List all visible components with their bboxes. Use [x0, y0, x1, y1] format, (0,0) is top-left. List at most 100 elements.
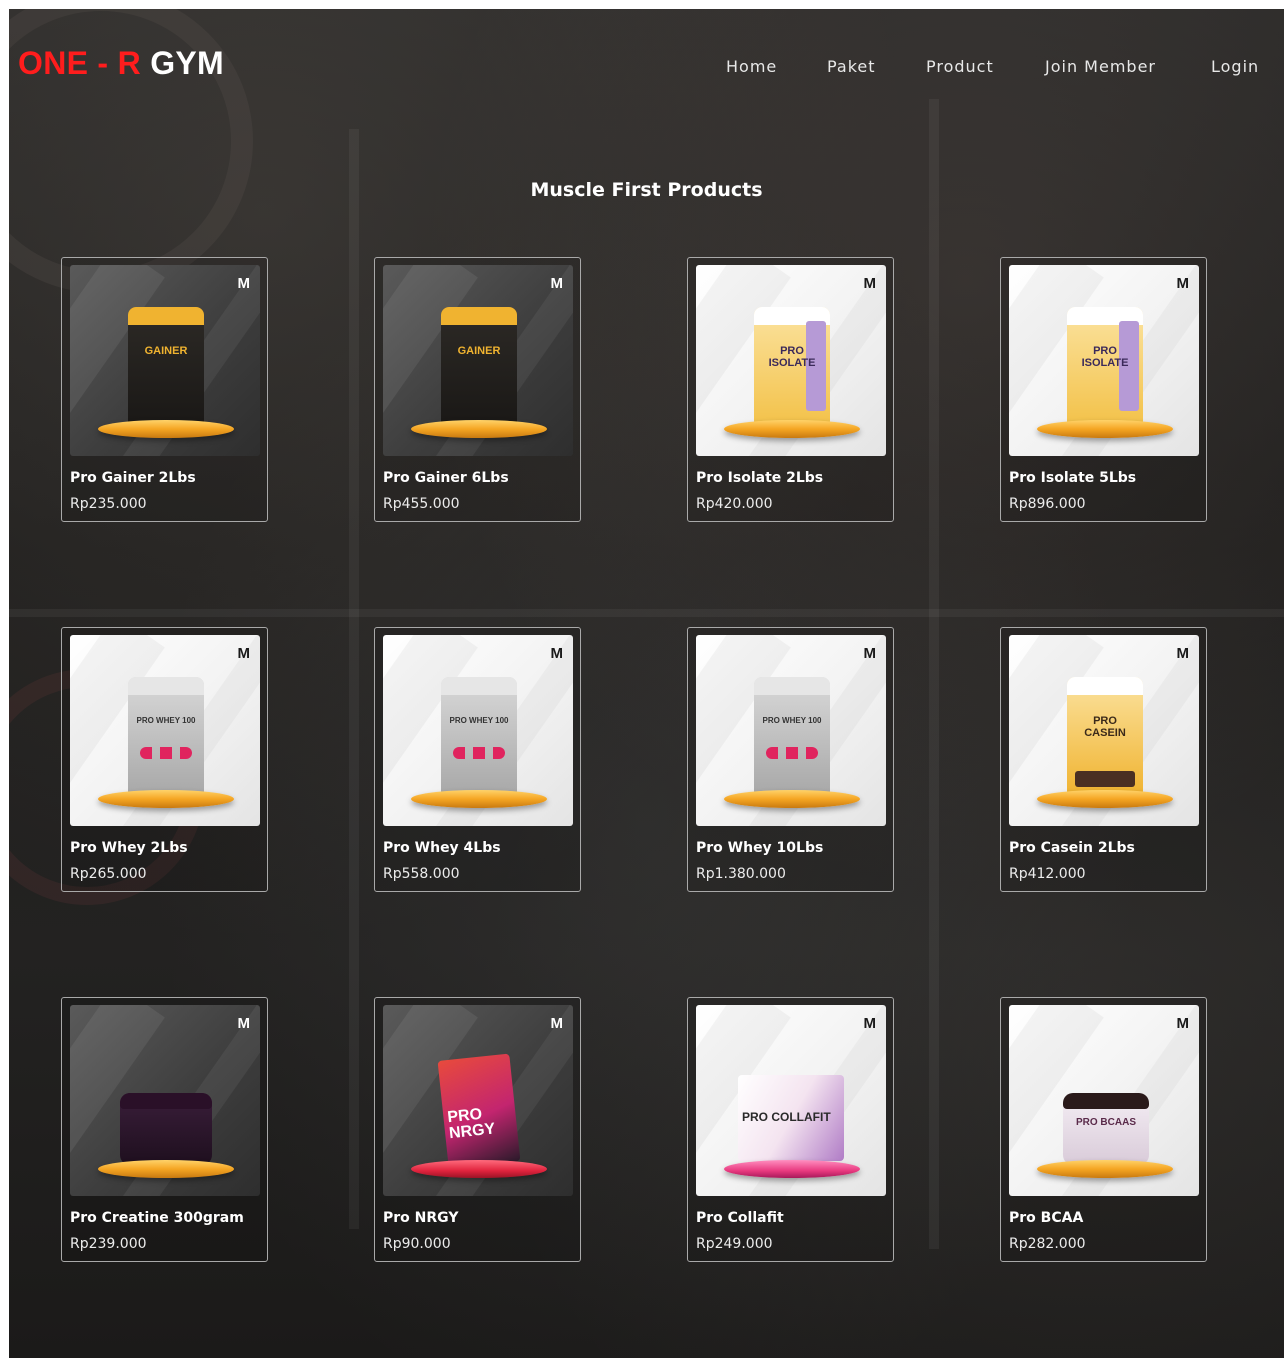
product-price: Rp265.000 — [70, 866, 147, 882]
brand-logo-icon: M — [1176, 1015, 1190, 1032]
pack-label: GAINER — [144, 345, 188, 357]
pedestal-decoration — [411, 790, 547, 808]
product-card[interactable]: M PRO ISOLATE Pro Isolate 5Lbs Rp896.000 — [1000, 257, 1207, 522]
brand-logo-icon: M — [1176, 645, 1190, 662]
brand-logo-icon: M — [550, 1015, 564, 1032]
product-card[interactable]: M PRO WHEY 100 Pro Whey 10Lbs Rp1.380.00… — [687, 627, 894, 892]
pack-label: PRO WHEY 100 — [136, 716, 196, 725]
pack-label: PRO ISOLATE — [1081, 345, 1129, 369]
main-navigation: Home Paket Product Join Member Login — [9, 57, 1284, 81]
product-name: Pro Isolate 5Lbs — [1009, 470, 1137, 486]
pack-label: PRO CASEIN — [1084, 715, 1126, 739]
pedestal-decoration — [724, 420, 860, 438]
product-card[interactable]: M PRO BCAAS Pro BCAA Rp282.000 — [1000, 997, 1207, 1262]
product-price: Rp249.000 — [696, 1236, 773, 1252]
product-pack: PRO BCAAS — [1063, 1093, 1149, 1165]
product-price: Rp239.000 — [70, 1236, 147, 1252]
product-pack: PRO ISOLATE — [754, 307, 830, 425]
product-name: Pro Creatine 300gram — [70, 1210, 244, 1226]
page-background: ONE - R GYM Home Paket Product Join Memb… — [9, 9, 1284, 1358]
background-decoration — [349, 129, 359, 1229]
product-card[interactable]: M PRO CASEIN Pro Casein 2Lbs Rp412.000 — [1000, 627, 1207, 892]
background-decoration — [9, 609, 1284, 617]
brand-logo-icon: M — [550, 275, 564, 292]
product-name: Pro BCAA — [1009, 1210, 1084, 1226]
product-image: M PRO NRGY — [383, 1005, 573, 1196]
product-price: Rp896.000 — [1009, 496, 1086, 512]
product-card[interactable]: M PRO WHEY 100 Pro Whey 4Lbs Rp558.000 — [374, 627, 581, 892]
product-name: Pro NRGY — [383, 1210, 459, 1226]
product-card[interactable]: M PRO WHEY 100 Pro Whey 2Lbs Rp265.000 — [61, 627, 268, 892]
product-pack: PRO CASEIN — [1067, 677, 1143, 795]
product-name: Pro Whey 10Lbs — [696, 840, 824, 856]
pack-label: GAINER — [457, 345, 501, 357]
pack-label: PRO NRGY — [446, 1105, 497, 1143]
product-name: Pro Gainer 6Lbs — [383, 470, 509, 486]
product-pack: PRO WHEY 100 — [128, 677, 204, 795]
product-image: M PRO WHEY 100 — [383, 635, 573, 826]
product-name: Pro Gainer 2Lbs — [70, 470, 196, 486]
product-name: Pro Casein 2Lbs — [1009, 840, 1135, 856]
product-image: M PRO WHEY 100 — [696, 635, 886, 826]
pack-label: PRO COLLAFIT — [742, 1110, 831, 1124]
pack-label: PRO BCAAS — [1075, 1117, 1136, 1128]
product-price: Rp1.380.000 — [696, 866, 786, 882]
product-card[interactable]: M PRO COLLAFIT Pro Collafit Rp249.000 — [687, 997, 894, 1262]
product-price: Rp235.000 — [70, 496, 147, 512]
product-pack: PRO WHEY 100 — [441, 677, 517, 795]
product-name: Pro Collafit — [696, 1210, 784, 1226]
product-pack: PRO WHEY 100 — [754, 677, 830, 795]
product-image: M — [70, 1005, 260, 1196]
product-price: Rp282.000 — [1009, 1236, 1086, 1252]
pedestal-decoration — [1037, 420, 1173, 438]
pedestal-decoration — [724, 1160, 860, 1178]
pedestal-decoration — [1037, 1160, 1173, 1178]
product-image: M PRO ISOLATE — [1009, 265, 1199, 456]
product-image: M PRO ISOLATE — [696, 265, 886, 456]
nav-link-product[interactable]: Product — [926, 57, 994, 76]
brand-logo-icon: M — [550, 645, 564, 662]
product-card[interactable]: M PRO ISOLATE Pro Isolate 2Lbs Rp420.000 — [687, 257, 894, 522]
product-image: M PRO BCAAS — [1009, 1005, 1199, 1196]
brand-logo-icon: M — [863, 1015, 877, 1032]
product-image: M PRO COLLAFIT — [696, 1005, 886, 1196]
pedestal-decoration — [98, 1160, 234, 1178]
product-pack: GAINER — [441, 307, 517, 425]
pedestal-decoration — [98, 790, 234, 808]
brand-logo-icon: M — [863, 645, 877, 662]
pedestal-decoration — [724, 790, 860, 808]
product-price: Rp558.000 — [383, 866, 460, 882]
product-card[interactable]: M GAINER Pro Gainer 2Lbs Rp235.000 — [61, 257, 268, 522]
product-name: Pro Isolate 2Lbs — [696, 470, 824, 486]
brand-logo-icon: M — [237, 275, 251, 292]
product-card[interactable]: M PRO NRGY Pro NRGY Rp90.000 — [374, 997, 581, 1262]
nav-link-paket[interactable]: Paket — [827, 57, 876, 76]
brand-logo-icon: M — [863, 275, 877, 292]
product-image: M PRO CASEIN — [1009, 635, 1199, 826]
pedestal-decoration — [98, 420, 234, 438]
pack-label: PRO ISOLATE — [768, 345, 816, 369]
pedestal-decoration — [411, 1160, 547, 1178]
background-decoration — [929, 99, 939, 1249]
nav-link-login[interactable]: Login — [1211, 57, 1259, 76]
page-title: Muscle First Products — [530, 179, 763, 201]
pedestal-decoration — [1037, 790, 1173, 808]
product-card[interactable]: M GAINER Pro Gainer 6Lbs Rp455.000 — [374, 257, 581, 522]
pedestal-decoration — [411, 420, 547, 438]
product-price: Rp420.000 — [696, 496, 773, 512]
product-image: M GAINER — [383, 265, 573, 456]
product-price: Rp455.000 — [383, 496, 460, 512]
brand-logo-icon: M — [1176, 275, 1190, 292]
product-name: Pro Whey 2Lbs — [70, 840, 188, 856]
product-pack: PRO COLLAFIT — [738, 1075, 844, 1161]
product-pack: PRO NRGY — [437, 1053, 521, 1169]
product-pack: PRO ISOLATE — [1067, 307, 1143, 425]
brand-logo-icon: M — [237, 1015, 251, 1032]
product-pack — [120, 1093, 212, 1165]
nav-link-join-member[interactable]: Join Member — [1045, 57, 1156, 76]
product-pack: GAINER — [128, 307, 204, 425]
nav-link-home[interactable]: Home — [726, 57, 777, 76]
pack-label: PRO WHEY 100 — [762, 716, 822, 725]
product-card[interactable]: M Pro Creatine 300gram Rp239.000 — [61, 997, 268, 1262]
pack-label: PRO WHEY 100 — [449, 716, 509, 725]
